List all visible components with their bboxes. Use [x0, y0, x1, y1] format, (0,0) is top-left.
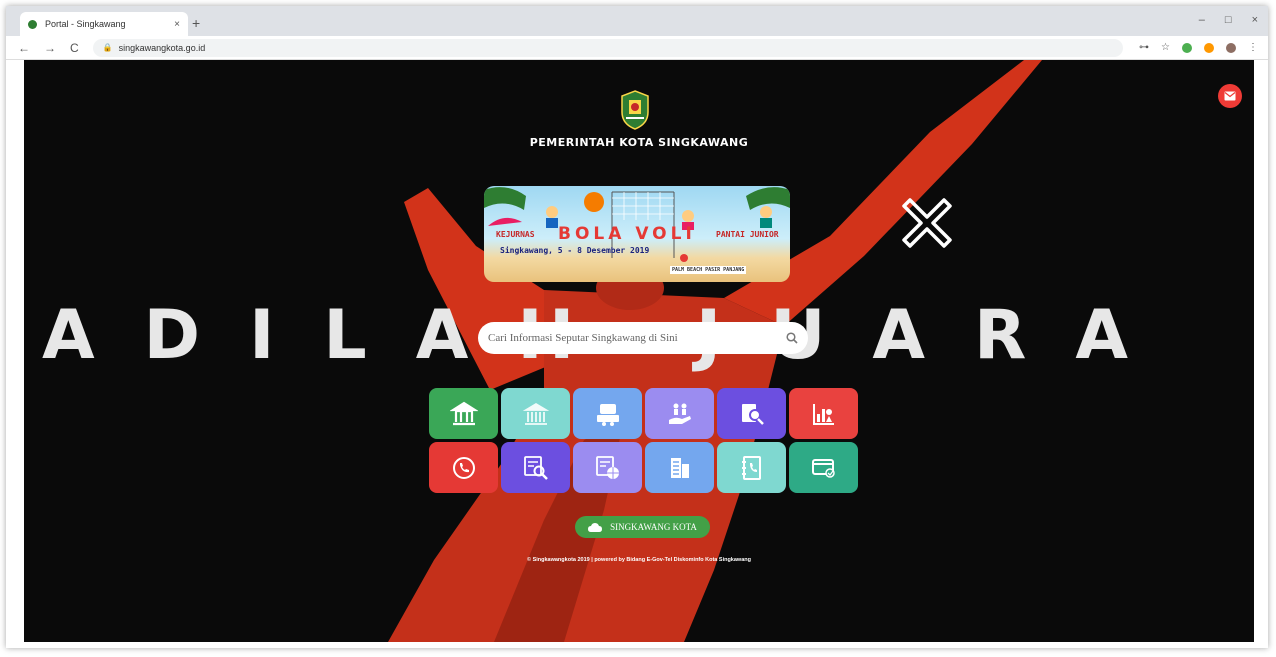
- statistics-icon: [812, 403, 834, 425]
- building-icon: [522, 402, 549, 425]
- event-banner[interactable]: KEJURNAS BOLA VOLI PANTAI JUNIOR Singkaw…: [484, 186, 790, 282]
- favicon-icon: [28, 19, 37, 29]
- singkawang-kota-label: SINGKAWANG KOTA: [610, 522, 697, 532]
- forward-button[interactable]: →: [44, 41, 56, 55]
- banner-date: Singkawang, 5 - 8 Desember 2019: [500, 246, 650, 255]
- banner-venue: PALM BEACH PASIR PANJANG: [670, 266, 747, 274]
- contact-book-icon: [741, 455, 761, 480]
- page-title: PEMERINTAH KOTA SINGKAWANG: [529, 136, 749, 149]
- minimize-button[interactable]: –: [1199, 14, 1205, 26]
- city-emblem-icon: [621, 90, 649, 130]
- portal-page: ADILAH JUARA !! PEMERINTAH KOTA SINGKAWA…: [24, 60, 1254, 642]
- web-search-tile[interactable]: [501, 442, 570, 493]
- reload-button[interactable]: C: [70, 41, 79, 55]
- extension-green-icon[interactable]: [1182, 42, 1192, 53]
- helping-hand-icon: [668, 403, 691, 424]
- tab-title: Portal - Singkawang: [45, 19, 126, 29]
- web-search-icon: [523, 455, 548, 480]
- url-text: singkawangkota.go.id: [118, 42, 206, 53]
- web-news-icon: [595, 455, 619, 479]
- nav-buttons: ← → C: [18, 41, 79, 55]
- back-button[interactable]: ←: [18, 41, 30, 55]
- service-desk-tile[interactable]: [573, 388, 642, 439]
- payment-card-tile[interactable]: [789, 442, 858, 493]
- maximize-button[interactable]: □: [1225, 14, 1232, 26]
- browser-toolbar: ← → C 🔒 singkawangkota.go.id ⊶ ☆ ⋮: [6, 36, 1268, 60]
- browser-tab[interactable]: Portal - Singkawang ×: [20, 12, 188, 36]
- government-tile[interactable]: [429, 388, 498, 439]
- mail-button[interactable]: [1218, 84, 1242, 108]
- search-input[interactable]: [488, 332, 786, 344]
- profile-avatar-icon[interactable]: [1226, 42, 1236, 53]
- service-desk-icon: [596, 403, 619, 426]
- banner-main-word: BOLA VOLI: [558, 224, 696, 244]
- service-grid: [429, 388, 858, 493]
- address-bar[interactable]: 🔒 singkawangkota.go.id: [92, 38, 1123, 57]
- helping-hand-tile[interactable]: [645, 388, 714, 439]
- browser-window: Portal - Singkawang × + – □ × ← → C 🔒 si…: [6, 6, 1268, 648]
- cloud-icon: [588, 522, 603, 532]
- search-icon[interactable]: [786, 332, 798, 344]
- office-building-tile[interactable]: [645, 442, 714, 493]
- search-bar[interactable]: [478, 322, 808, 354]
- contact-book-tile[interactable]: [717, 442, 786, 493]
- envelope-icon: [1224, 91, 1236, 101]
- document-search-icon: [741, 403, 764, 425]
- tab-strip: Portal - Singkawang × + – □ ×: [6, 6, 1268, 36]
- close-window-button[interactable]: ×: [1252, 14, 1258, 26]
- banner-right-word: PANTAI JUNIOR: [716, 230, 779, 239]
- footer-text: © Singkawangkota 2019 | powered by Bidan…: [526, 557, 751, 563]
- new-tab-button[interactable]: +: [192, 15, 200, 31]
- browser-menu-icon[interactable]: ⋮: [1248, 42, 1258, 53]
- banner-left-word: KEJURNAS: [496, 230, 535, 239]
- star-icon[interactable]: ☆: [1161, 42, 1170, 53]
- office-building-icon: [670, 457, 689, 478]
- singkawang-kota-button[interactable]: SINGKAWANG KOTA: [575, 516, 710, 538]
- lock-icon: 🔒: [102, 43, 113, 52]
- government-icon: [449, 401, 478, 425]
- close-x-icon[interactable]: [900, 196, 954, 250]
- key-icon[interactable]: ⊶: [1139, 42, 1149, 53]
- phone-call-icon: [452, 456, 475, 479]
- document-search-tile[interactable]: [717, 388, 786, 439]
- payment-card-icon: [811, 458, 835, 478]
- web-news-tile[interactable]: [573, 442, 642, 493]
- extensions-area: ⊶ ☆ ⋮: [1139, 42, 1258, 53]
- statistics-tile[interactable]: [789, 388, 858, 439]
- building-tile[interactable]: [501, 388, 570, 439]
- window-controls: – □ ×: [1199, 14, 1258, 26]
- tab-close-icon[interactable]: ×: [174, 19, 180, 30]
- phone-call-tile[interactable]: [429, 442, 498, 493]
- extension-orange-icon[interactable]: [1204, 42, 1214, 53]
